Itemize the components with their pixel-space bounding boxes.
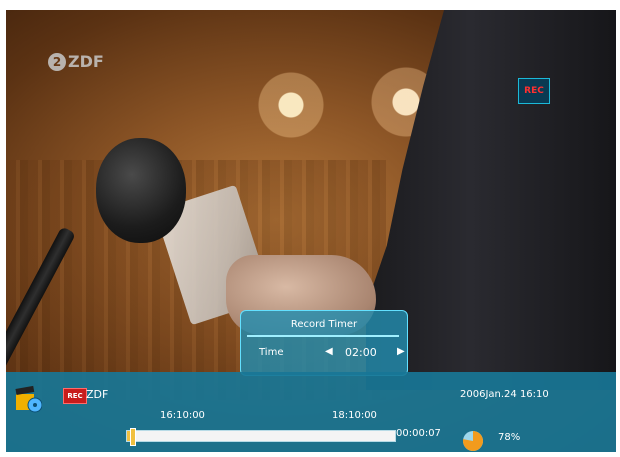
increase-time-arrow-icon[interactable]: ▶	[397, 346, 405, 357]
signal-strength-icon	[463, 431, 483, 451]
tv-screen: 2 ZDF REC Record Timer Time ◀ 02:00 ▶ RE…	[0, 0, 620, 457]
microphone-icon	[96, 138, 186, 243]
decrease-time-arrow-icon[interactable]: ◀	[325, 346, 333, 357]
media-clapper-icon	[15, 385, 42, 413]
time-value[interactable]: 02:00	[345, 346, 377, 359]
rec-badge: REC	[63, 388, 87, 404]
record-timer-title: Record Timer	[290, 319, 358, 330]
date-time: 2006Jan.24 16:10	[460, 389, 549, 400]
record-timer-dialog[interactable]: Record Timer Time ◀ 02:00 ▶	[240, 310, 408, 376]
channel-name: ZDF	[86, 388, 109, 401]
logo-mark-icon: 2	[48, 52, 66, 71]
program-start-time: 16:10:00	[160, 410, 205, 421]
program-end-time: 18:10:00	[332, 410, 377, 421]
record-timer-divider	[247, 335, 399, 337]
time-field-label: Time	[259, 347, 284, 358]
elapsed-time: 00:00:07	[396, 428, 441, 439]
info-bar: REC ZDF 2006Jan.24 16:10 16:10:00 18:10:…	[6, 372, 616, 452]
progress-handle	[129, 428, 136, 446]
logo-text: ZDF	[68, 52, 104, 71]
recording-progress-bar	[126, 428, 396, 446]
channel-logo: 2 ZDF	[48, 52, 104, 71]
recording-indicator: REC	[518, 78, 550, 104]
signal-strength-value: 78%	[498, 432, 521, 443]
